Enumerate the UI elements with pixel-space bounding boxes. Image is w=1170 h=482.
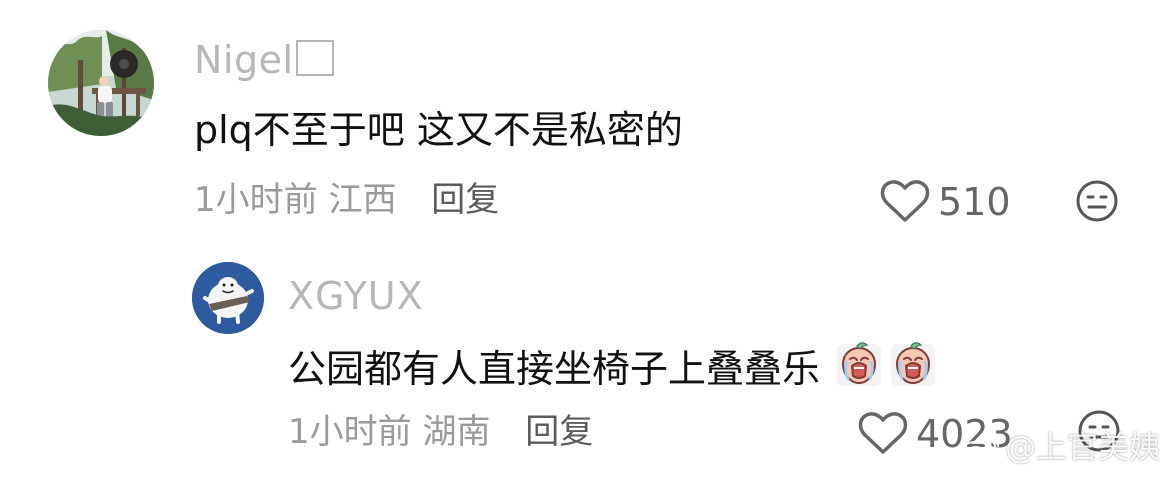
comment-username[interactable]: Nigel (194, 38, 334, 82)
heart-icon (880, 180, 930, 222)
neutral-face-icon[interactable] (1074, 178, 1120, 224)
comment-time: 1小时前 (288, 412, 412, 452)
emoji-group (836, 340, 936, 388)
cartoon-avatar (192, 262, 264, 334)
heart-icon (858, 412, 908, 454)
weibo-logo-icon (960, 435, 999, 461)
reply-button[interactable]: 回复 (431, 180, 499, 220)
comment-body: plq不至于吧 这又不是私密的 (194, 108, 683, 152)
comment-location: 湖南 (422, 412, 491, 452)
profile-photo-avatar (48, 30, 154, 136)
comment-body-row: 公园都有人直接坐椅子上叠叠乐 (288, 340, 936, 391)
username-text: Nigel (194, 38, 294, 82)
crying-peach-emoji-icon (837, 342, 882, 386)
reply-button[interactable]: 回复 (525, 412, 593, 452)
avatar[interactable] (192, 262, 264, 334)
comment-body: 公园都有人直接坐椅子上叠叠乐 (288, 347, 821, 391)
watermark: @上官美姨 (957, 430, 1160, 466)
watermark-text: @上官美姨 (1005, 430, 1160, 466)
crying-peach-emoji-icon (891, 342, 936, 386)
like-count: 510 (938, 180, 1011, 224)
like-button[interactable]: 510 (880, 180, 1011, 224)
comment-meta: 1小时前 湖南 回复 (288, 412, 593, 452)
avatar[interactable] (48, 30, 154, 136)
comment-username[interactable]: XGYUX (288, 274, 424, 318)
comment-time: 1小时前 (194, 180, 318, 220)
placeholder-box-icon (295, 40, 334, 76)
comment-meta: 1小时前 江西 回复 (194, 180, 499, 220)
comment-location: 江西 (328, 180, 397, 220)
